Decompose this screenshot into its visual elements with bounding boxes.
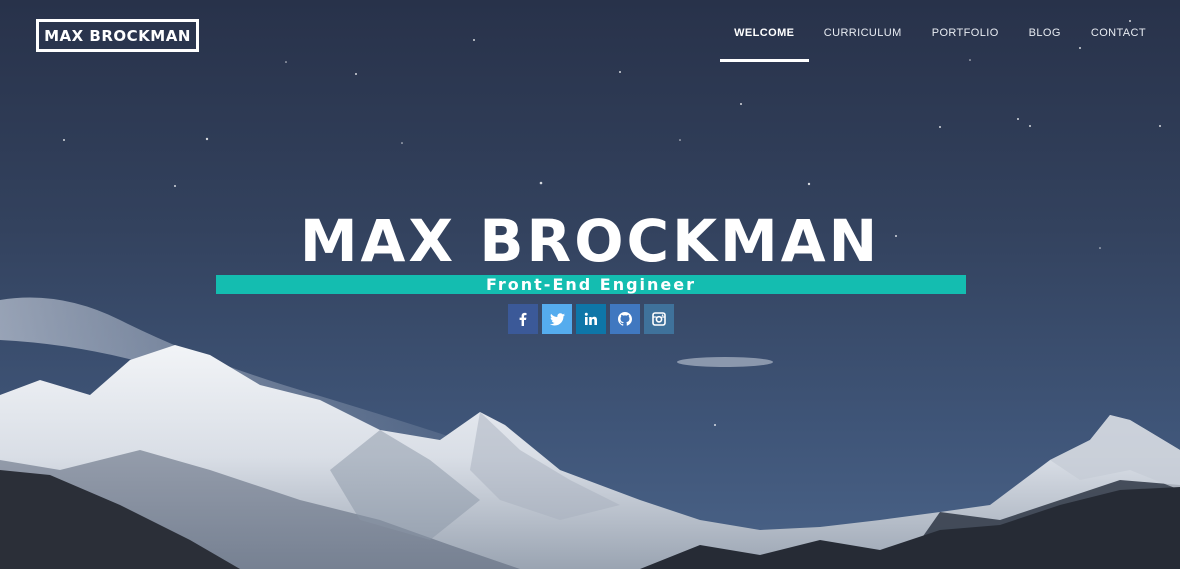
hero-title: MAX BROCKMAN xyxy=(299,207,881,275)
instagram-icon xyxy=(652,312,666,326)
nav-item-portfolio[interactable]: PORTFOLIO xyxy=(917,0,1014,62)
nav-item-blog[interactable]: BLOG xyxy=(1014,0,1076,62)
social-links xyxy=(508,304,674,334)
hero-subtitle: Front-End Engineer xyxy=(216,275,966,294)
nav-item-contact[interactable]: CONTACT xyxy=(1076,0,1160,62)
nav-item-welcome[interactable]: WELCOME xyxy=(719,0,809,62)
hero-section: MAX BROCKMAN WELCOME CURRICULUM PORTFOLI… xyxy=(0,0,1180,569)
github-button[interactable] xyxy=(610,304,640,334)
linkedin-button[interactable] xyxy=(576,304,606,334)
twitter-button[interactable] xyxy=(542,304,572,334)
twitter-icon xyxy=(549,312,565,325)
linkedin-icon xyxy=(584,312,597,325)
instagram-button[interactable] xyxy=(644,304,674,334)
nav-item-curriculum[interactable]: CURRICULUM xyxy=(809,0,917,62)
github-icon xyxy=(618,312,632,326)
main-nav: WELCOME CURRICULUM PORTFOLIO BLOG CONTAC… xyxy=(719,0,1160,62)
facebook-button[interactable] xyxy=(508,304,538,334)
facebook-icon xyxy=(519,312,527,326)
logo-link[interactable]: MAX BROCKMAN xyxy=(36,19,199,52)
